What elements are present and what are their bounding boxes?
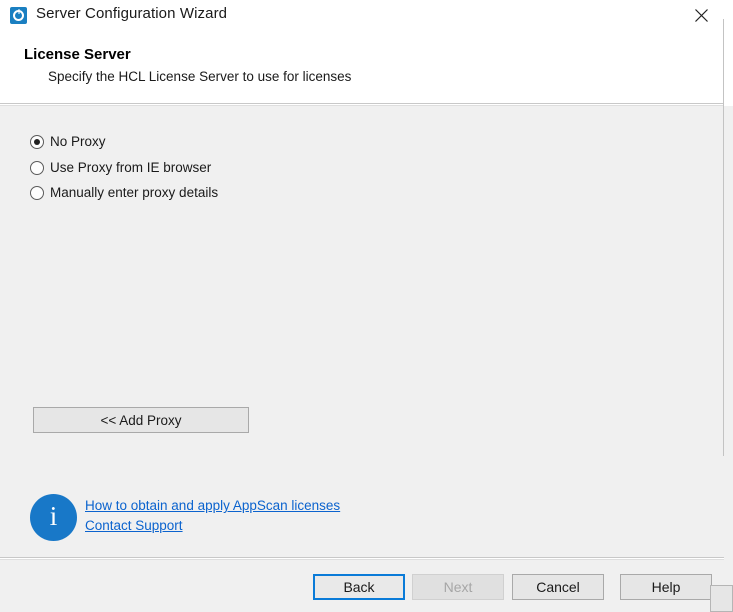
add-proxy-button[interactable]: << Add Proxy [33,407,249,433]
appscan-logo-icon [10,7,27,24]
radio-indicator-use-ie-proxy[interactable] [30,160,44,175]
radio-label-use-ie-proxy: Use Proxy from IE browser [50,160,212,175]
appscan-logo-ring [13,10,24,21]
info-circle-icon: i [30,494,77,541]
radio-label-no-proxy: No Proxy [50,134,106,149]
radio-label-manual-proxy: Manually enter proxy details [50,185,219,200]
link-how-to-obtain-licenses[interactable]: How to obtain and apply AppScan licenses [85,498,340,513]
window-right-margin-bottom [724,106,733,612]
link-contact-support[interactable]: Contact Support [85,518,183,533]
title-bar: Server Configuration Wizard [0,0,733,32]
radio-option-use-ie-proxy[interactable]: Use Proxy from IE browser [30,160,211,175]
cancel-button[interactable]: Cancel [512,574,604,600]
back-button[interactable]: Back [313,574,405,600]
radio-indicator-no-proxy[interactable] [30,134,44,149]
page-subtitle: Specify the HCL License Server to use fo… [48,69,352,84]
server-configuration-wizard-window: Server Configuration Wizard License Serv… [0,0,733,612]
window-right-margin-top [724,0,733,106]
next-button: Next [412,574,504,600]
help-button[interactable]: Help [620,574,712,600]
page-header: License Server Specify the HCL License S… [0,32,733,104]
radio-option-manual-proxy[interactable]: Manually enter proxy details [30,185,218,200]
window-right-border [723,19,724,456]
window-corner-control [710,585,733,612]
radio-indicator-manual-proxy[interactable] [30,185,44,200]
header-divider [0,103,724,104]
window-title: Server Configuration Wizard [36,5,228,22]
footer-divider [0,557,724,558]
info-glyph: i [49,501,58,531]
close-icon[interactable] [678,0,724,30]
radio-option-no-proxy[interactable]: No Proxy [30,134,106,149]
page-title: License Server [24,46,131,63]
